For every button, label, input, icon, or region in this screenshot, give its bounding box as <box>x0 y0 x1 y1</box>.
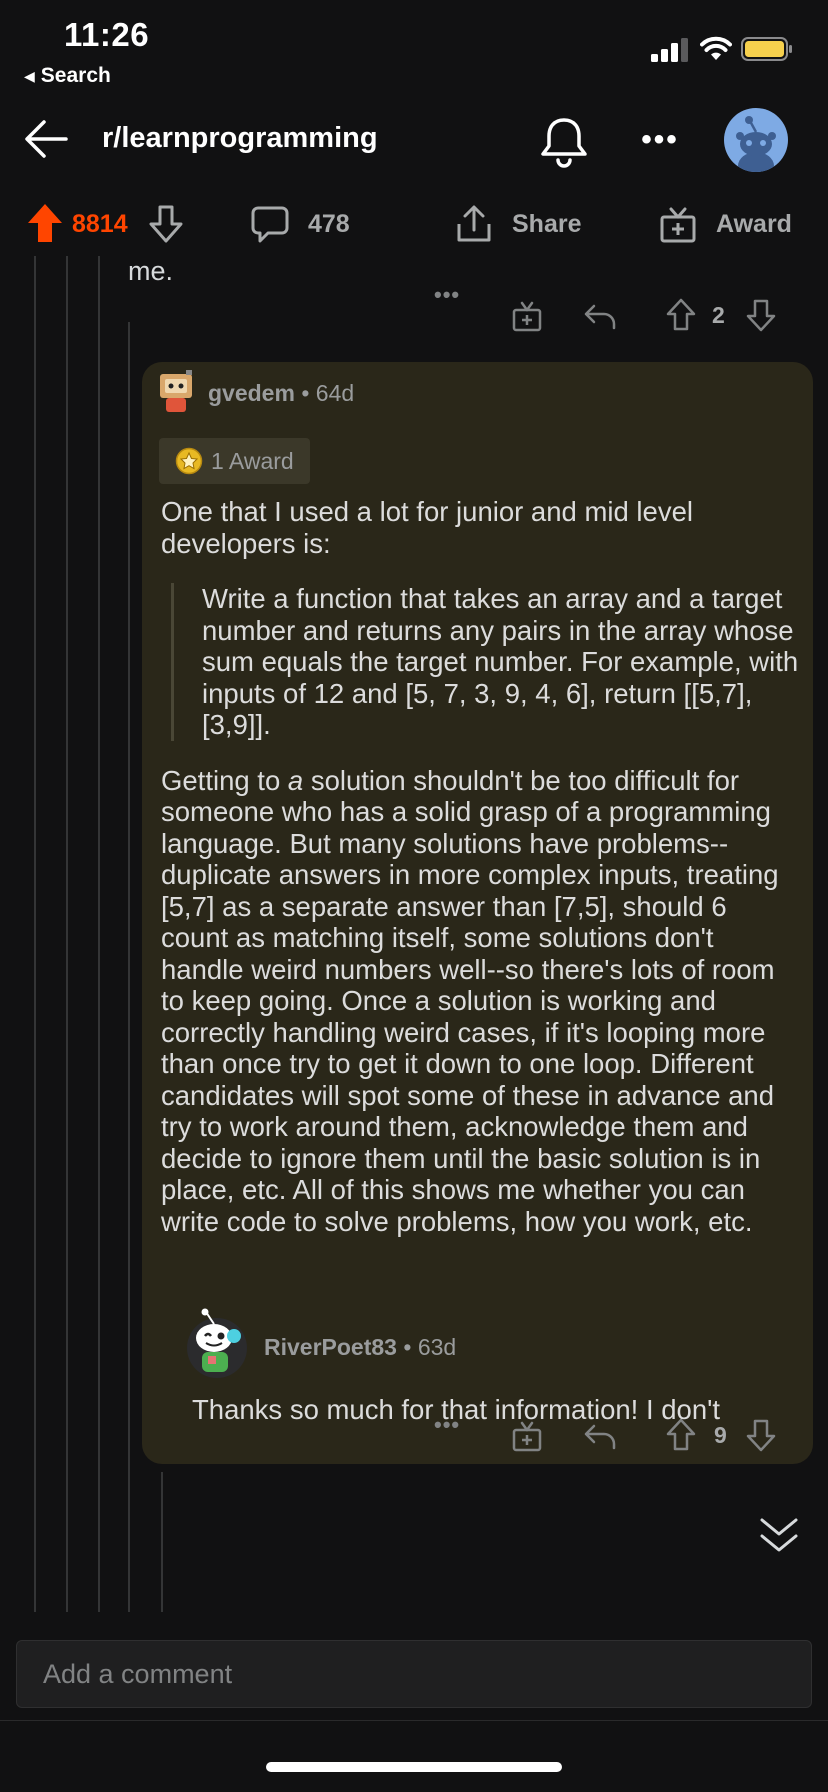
back-arrow-icon[interactable] <box>22 114 72 164</box>
upvote-filled-icon[interactable] <box>26 202 64 244</box>
back-triangle-icon: ◀ <box>24 67 35 84</box>
reply-body: Thanks so much for that information! I d… <box>192 1394 721 1425</box>
upvote-icon[interactable] <box>666 298 696 332</box>
thread-line <box>66 256 68 1612</box>
share-label: Share <box>512 209 582 238</box>
vote-count: 2 <box>712 302 725 328</box>
divider <box>0 1720 828 1721</box>
more-options-icon[interactable]: ••• <box>638 120 682 160</box>
comment-paragraph: Getting to a solution shouldn't be too d… <box>161 765 801 1238</box>
separator-dot: • <box>403 1334 412 1360</box>
downvote-icon[interactable] <box>148 204 184 244</box>
subreddit-header: r/learnprogramming ••• <box>0 100 828 196</box>
comment-composer: Add a comment <box>0 1612 828 1722</box>
award-button[interactable]: Award <box>658 204 792 244</box>
reply-icon[interactable] <box>584 304 616 330</box>
comment-blockquote: Write a function that takes an array and… <box>171 583 801 741</box>
thread-line <box>128 322 130 1612</box>
vote-count: 9 <box>714 1422 727 1448</box>
comments-count: 478 <box>308 209 350 238</box>
status-time: 11:26 <box>64 16 150 53</box>
body-rest: solution shouldn't be too difficult for … <box>161 764 779 1237</box>
comment-intro: One that I used a lot for junior and mid… <box>161 496 693 559</box>
home-indicator[interactable] <box>266 1762 562 1772</box>
collapse-thread-icon[interactable] <box>756 1512 802 1558</box>
previous-comment-text: me. <box>128 256 174 286</box>
cellular-signal-icon <box>651 38 688 62</box>
snoo-avatar-icon <box>736 116 776 172</box>
award-medal-icon <box>175 447 203 475</box>
reply-author[interactable]: RiverPoet83 • 63d <box>264 1334 456 1361</box>
wifi-icon <box>700 36 732 60</box>
award-gift-icon[interactable] <box>512 300 542 332</box>
award-label: Award <box>716 209 792 238</box>
share-icon <box>457 205 491 242</box>
comment-bubble-icon <box>251 206 289 243</box>
status-bar: 11:26 ◀ Search <box>0 0 828 96</box>
body-lead: Getting to <box>161 764 288 796</box>
award-badge[interactable]: 1 Award <box>159 438 310 484</box>
comments-button[interactable]: 478 <box>250 204 350 244</box>
back-to-search-link[interactable]: ◀ Search <box>24 64 111 88</box>
comment-card: gvedem • 64d 1 Award One that I used a l… <box>142 362 813 1464</box>
subreddit-title[interactable]: r/learnprogramming <box>102 122 378 155</box>
thread-line <box>34 256 36 1612</box>
award-gift-icon <box>660 207 696 243</box>
reply-icon[interactable] <box>584 1424 616 1450</box>
body-emphasis: a <box>287 764 304 796</box>
comment-author[interactable]: gvedem • 64d <box>208 380 354 407</box>
comment-more-icon[interactable]: ••• <box>434 282 460 308</box>
bell-icon[interactable] <box>538 114 590 170</box>
thread-line <box>161 1472 163 1612</box>
comment-body: One that I used a lot for junior and mid… <box>161 496 801 1261</box>
reply-age: 63d <box>417 1334 457 1360</box>
comment-thread: me. ••• 2 gvedem • 64d 1 Award One that … <box>0 256 828 1612</box>
add-comment-input[interactable]: Add a comment <box>16 1640 812 1708</box>
thread-line <box>98 256 100 1612</box>
user-avatar[interactable] <box>724 108 788 172</box>
reply-username[interactable]: RiverPoet83 <box>264 1334 397 1360</box>
user-avatar-icon[interactable] <box>184 1308 250 1378</box>
separator-dot: • <box>301 380 310 406</box>
battery-icon <box>741 37 792 61</box>
comment-username[interactable]: gvedem <box>208 380 295 406</box>
user-avatar-icon[interactable] <box>156 368 196 414</box>
back-app-label: Search <box>40 64 111 87</box>
post-action-bar: 8814 478 Share Award <box>0 196 828 256</box>
award-count-label: 1 Award <box>211 447 294 474</box>
share-button[interactable]: Share <box>454 204 581 244</box>
downvote-icon[interactable] <box>746 298 776 332</box>
comment-age: 64d <box>315 380 355 406</box>
post-score: 8814 <box>72 210 128 238</box>
